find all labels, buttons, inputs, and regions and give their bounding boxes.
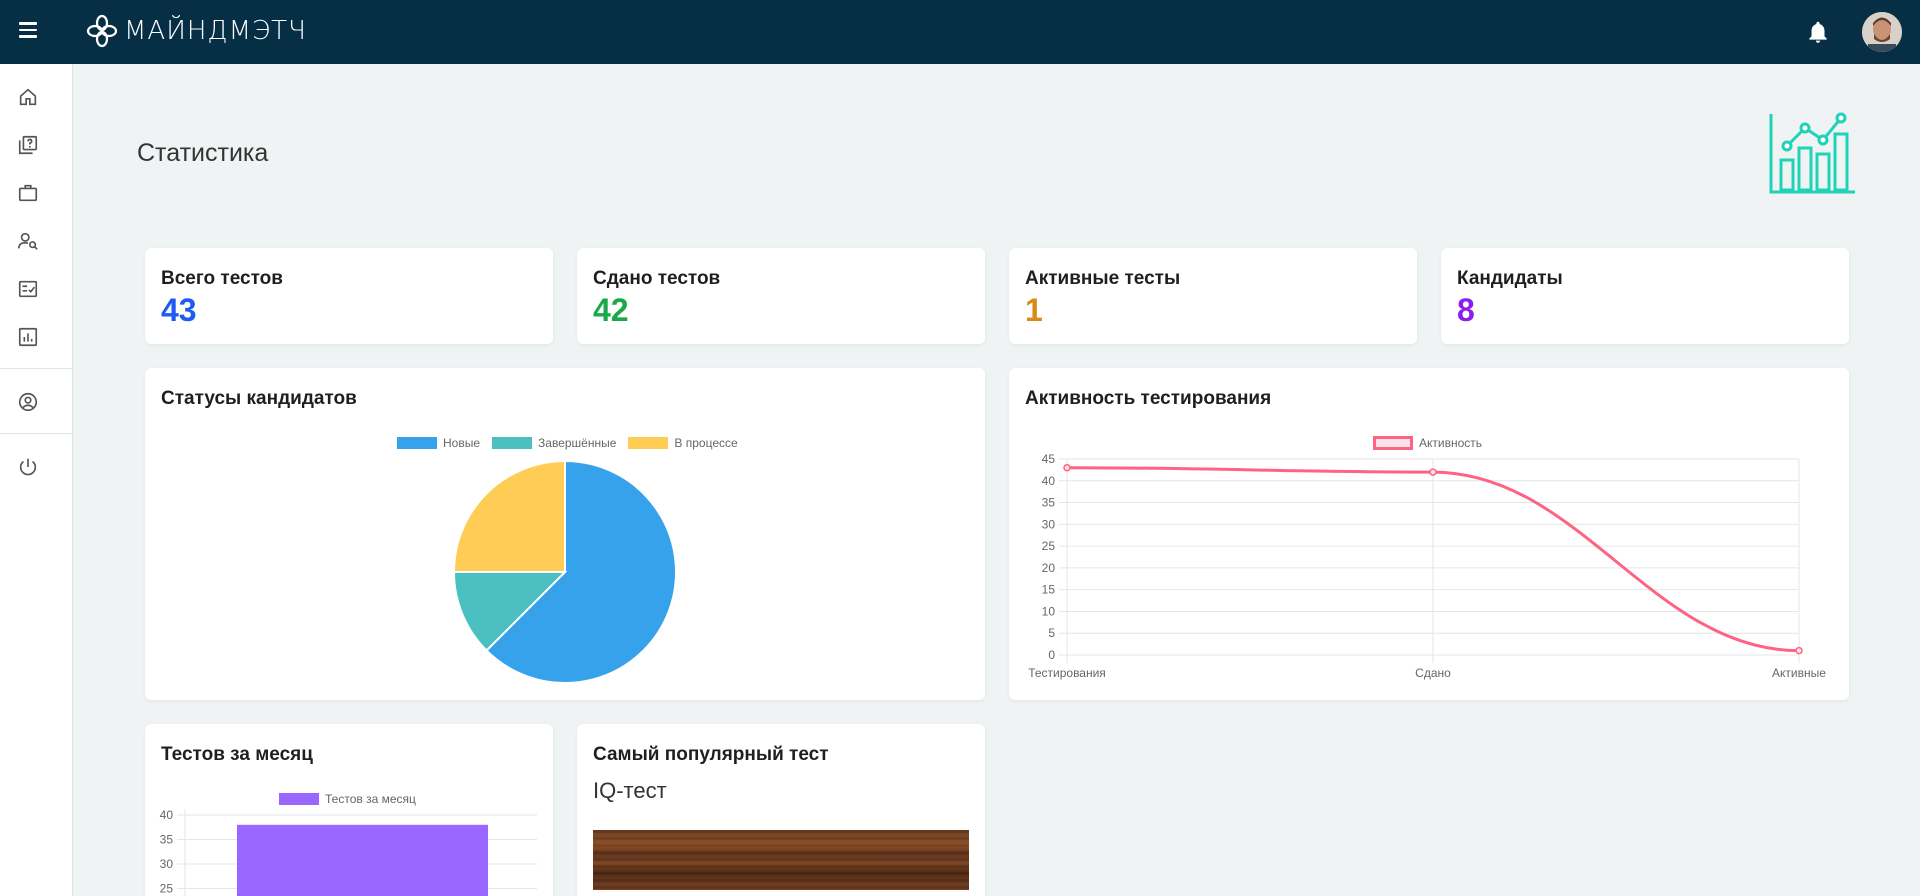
data-point[interactable] bbox=[1063, 463, 1071, 472]
stat-card-label: Кандидаты bbox=[1457, 268, 1563, 289]
data-point[interactable] bbox=[1795, 646, 1803, 655]
sidebar-divider bbox=[0, 433, 73, 434]
pie-chart bbox=[452, 459, 677, 684]
stat-card-label: Сдано тестов bbox=[593, 268, 721, 289]
avatar-photo-icon bbox=[1862, 12, 1902, 52]
stat-card-candidates: Кандидаты 8 bbox=[1441, 248, 1849, 344]
sidebar-divider bbox=[0, 368, 73, 369]
bar-chart-icon bbox=[18, 327, 38, 347]
y-tick-label: 10 bbox=[1042, 604, 1056, 618]
x-tick-label: Сдано bbox=[1415, 666, 1451, 680]
popular-test-image bbox=[593, 830, 969, 890]
menu-icon[interactable] bbox=[16, 18, 40, 42]
brand-flower-icon bbox=[86, 14, 118, 48]
statistics-illustration-icon bbox=[1769, 112, 1855, 194]
y-tick-label: 0 bbox=[1048, 648, 1055, 662]
y-tick-label: 35 bbox=[160, 833, 174, 847]
x-tick-label: Активные bbox=[1772, 666, 1826, 680]
notifications-bell-icon[interactable] bbox=[1805, 18, 1831, 46]
y-tick-label: 35 bbox=[1042, 496, 1056, 510]
y-tick-label: 40 bbox=[160, 808, 174, 822]
stat-card-value: 1 bbox=[1025, 292, 1043, 328]
user-search-icon bbox=[18, 232, 38, 250]
sidebar-item-candidates[interactable] bbox=[15, 228, 41, 254]
candidates-status-card: Статусы кандидатов Новые Завершённые В п… bbox=[145, 368, 985, 700]
sidebar-item-statistics[interactable] bbox=[15, 324, 41, 350]
sidebar-item-vacancies[interactable] bbox=[15, 180, 41, 206]
y-tick-label: 30 bbox=[160, 857, 174, 871]
y-tick-label: 25 bbox=[160, 882, 174, 896]
checklist-icon bbox=[18, 280, 38, 298]
page-title: Статистика bbox=[137, 139, 269, 167]
sidebar-item-tests[interactable] bbox=[15, 132, 41, 158]
user-avatar[interactable] bbox=[1862, 12, 1902, 52]
y-tick-label: 15 bbox=[1042, 583, 1056, 597]
briefcase-icon bbox=[18, 184, 38, 202]
stat-card-label: Активные тесты bbox=[1025, 268, 1181, 289]
stat-card-label: Всего тестов bbox=[161, 268, 283, 289]
popular-test-card: Самый популярный тест IQ-тест bbox=[577, 724, 985, 896]
stat-card-value: 8 bbox=[1457, 292, 1475, 328]
testing-activity-card: Активность тестирования Активность 0 5 10 1… bbox=[1009, 368, 1849, 700]
line-chart: 0 5 10 15 20 25 30 35 40 45 Тестирования Сдано Актив… bbox=[1028, 452, 1826, 680]
stat-card-total-tests: Всего тестов 43 bbox=[145, 248, 553, 344]
stat-card-active-tests: Активные тесты 1 bbox=[1009, 248, 1417, 344]
home-icon bbox=[19, 88, 37, 106]
sidebar-item-home[interactable] bbox=[15, 84, 41, 110]
card-title: Самый популярный тест bbox=[593, 744, 829, 765]
quiz-icon bbox=[18, 135, 38, 155]
pie-slice-2[interactable] bbox=[452, 459, 566, 573]
account-circle-icon bbox=[18, 392, 38, 412]
y-tick-label: 5 bbox=[1048, 626, 1055, 640]
y-tick-label: 20 bbox=[1042, 561, 1056, 575]
bar[interactable] bbox=[237, 824, 488, 896]
sidebar bbox=[0, 64, 73, 896]
power-icon bbox=[19, 458, 37, 476]
brand-logo[interactable]: МАЙНДМЭТЧ bbox=[86, 14, 307, 48]
sidebar-item-profile[interactable] bbox=[15, 389, 41, 415]
sidebar-item-logout[interactable] bbox=[15, 454, 41, 480]
stat-card-value: 42 bbox=[593, 292, 629, 328]
monthly-tests-card: Тестов за месяц Тестов за месяц 40 35 30 25 bbox=[145, 724, 553, 896]
popular-test-name[interactable]: IQ-тест bbox=[593, 778, 667, 804]
bar-chart: 40 35 30 25 bbox=[160, 808, 537, 896]
y-tick-label: 45 bbox=[1042, 452, 1056, 466]
y-tick-label: 40 bbox=[1042, 474, 1056, 488]
top-app-bar: МАЙНДМЭТЧ bbox=[0, 0, 1920, 64]
sidebar-item-results[interactable] bbox=[15, 276, 41, 302]
y-tick-label: 25 bbox=[1042, 539, 1056, 553]
stat-card-value: 43 bbox=[161, 292, 197, 328]
data-point[interactable] bbox=[1429, 468, 1437, 476]
brand-name: МАЙНДМЭТЧ bbox=[124, 16, 307, 46]
x-tick-label: Тестирования bbox=[1028, 666, 1106, 680]
stat-card-passed-tests: Сдано тестов 42 bbox=[577, 248, 985, 344]
y-tick-label: 30 bbox=[1042, 517, 1056, 531]
